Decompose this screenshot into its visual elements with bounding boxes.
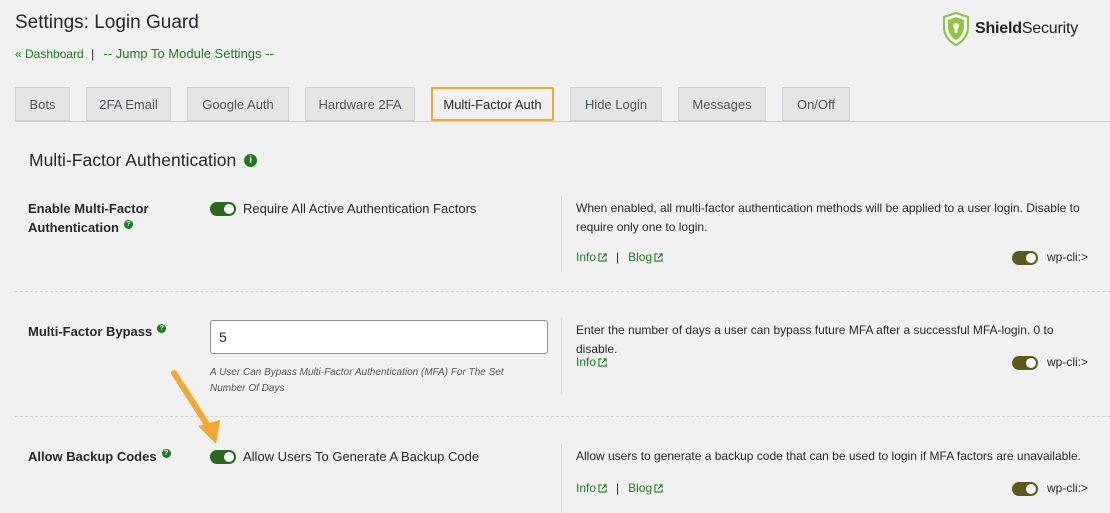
info-link[interactable]: Info: [576, 355, 607, 369]
tab-bots[interactable]: Bots: [15, 87, 70, 121]
info-icon[interactable]: i: [244, 154, 258, 167]
link-separator: |: [91, 47, 95, 61]
enable-mfa-label-line2: Authentication: [28, 220, 119, 235]
dashboard-link[interactable]: « Dashboard: [15, 47, 84, 61]
row-divider: [15, 291, 1110, 292]
mfa-bypass-links: Info: [576, 355, 607, 369]
allow-backup-codes-label: Allow Backup Codes?: [28, 447, 171, 466]
header-links: « Dashboard | -- Jump To Module Settings…: [15, 46, 274, 61]
tab-2fa-email[interactable]: 2FA Email: [86, 87, 171, 121]
column-divider: [561, 444, 562, 513]
mfa-bypass-label: Multi-Factor Bypass?: [28, 322, 167, 341]
help-icon[interactable]: ?: [157, 324, 167, 333]
column-divider: [561, 318, 562, 394]
tab-hide-login[interactable]: Hide Login: [570, 87, 662, 121]
external-link-icon: [598, 483, 607, 493]
shield-logo-icon: [943, 12, 969, 46]
page-title: Settings: Login Guard: [15, 12, 199, 33]
external-link-icon: [654, 252, 663, 262]
info-link[interactable]: Info: [576, 481, 607, 495]
tab-multi-factor-auth[interactable]: Multi-Factor Auth: [431, 87, 554, 121]
blog-link[interactable]: Blog: [628, 250, 663, 264]
wp-cli-label: wp-cli:>: [1047, 481, 1089, 495]
external-link-icon: [598, 252, 607, 262]
jump-to-module-settings-link[interactable]: -- Jump To Module Settings --: [104, 46, 274, 61]
column-divider: [561, 196, 562, 272]
section-title-text: Multi-Factor Authentication: [29, 150, 237, 170]
help-icon[interactable]: ?: [161, 449, 171, 458]
wp-cli-label: wp-cli:>: [1047, 355, 1089, 369]
brand-name: ShieldSecurity: [975, 20, 1079, 37]
wp-cli-label: wp-cli:>: [1047, 250, 1089, 264]
mfa-bypass-description: Enter the number of days a user can bypa…: [576, 323, 1054, 356]
annotation-arrow-icon: [171, 370, 220, 444]
link-separator: |: [616, 250, 620, 264]
enable-mfa-label-line1: Enable Multi-Factor: [28, 201, 149, 216]
help-icon[interactable]: ?: [124, 220, 133, 229]
tab-messages[interactable]: Messages: [678, 87, 766, 121]
section-title: Multi-Factor Authentication i: [29, 150, 258, 171]
tab-on-off[interactable]: On/Off: [782, 87, 850, 121]
external-link-icon: [654, 483, 663, 493]
blog-link[interactable]: Blog: [628, 481, 663, 495]
allow-backup-code-toggle[interactable]: [210, 450, 236, 464]
tab-hardware-2fa[interactable]: Hardware 2FA: [305, 87, 415, 121]
mfa-bypass-hint: A User Can Bypass Multi-Factor Authentic…: [210, 367, 504, 394]
require-all-factors-toggle[interactable]: [210, 202, 236, 216]
external-link-icon: [598, 357, 607, 367]
allow-backup-codes-links: Info | Blog: [576, 481, 663, 495]
enable-mfa-label: Enable Multi-Factor Authentication?: [28, 199, 149, 237]
enable-mfa-links: Info | Blog: [576, 250, 663, 264]
tab-google-auth[interactable]: Google Auth: [187, 87, 289, 121]
allow-backup-code-control-label: Allow Users To Generate A Backup Code: [243, 449, 480, 464]
mfa-bypass-days-input[interactable]: [210, 320, 548, 354]
module-tabs: Bots 2FA Email Google Auth Hardware 2FA …: [15, 87, 866, 122]
shield-security-logo: ShieldSecurity: [943, 12, 1078, 46]
tab-baseline: [15, 121, 1110, 122]
allow-backup-codes-description: Allow users to generate a backup code th…: [576, 449, 1081, 463]
info-link[interactable]: Info: [576, 250, 607, 264]
enable-mfa-description: When enabled, all multi-factor authentic…: [576, 201, 1080, 234]
wp-cli-toggle[interactable]: [1012, 251, 1038, 265]
link-separator: |: [616, 481, 620, 495]
wp-cli-toggle[interactable]: [1012, 482, 1038, 496]
require-all-factors-label: Require All Active Authentication Factor…: [243, 201, 477, 216]
wp-cli-toggle[interactable]: [1012, 356, 1038, 370]
